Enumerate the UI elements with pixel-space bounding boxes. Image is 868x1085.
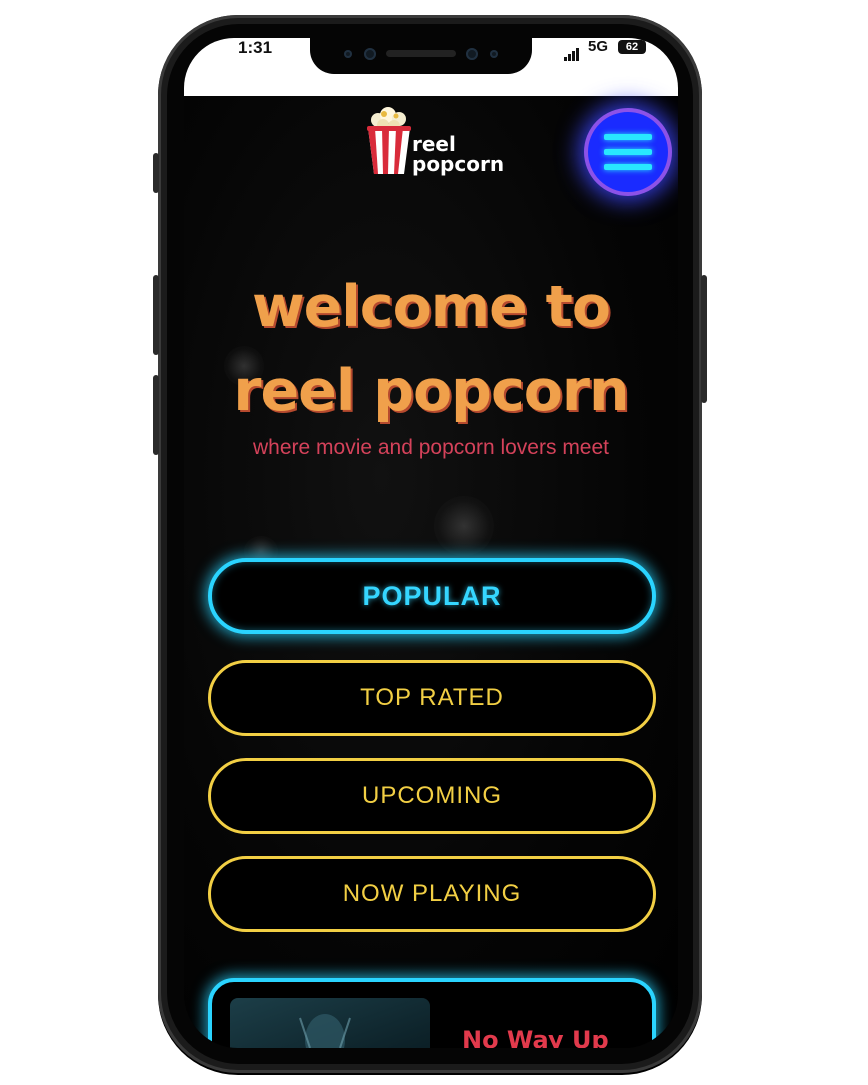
- category-label: NOW PLAYING: [342, 880, 522, 907]
- sensor-icon: [344, 50, 352, 58]
- movie-card[interactable]: No Way Up: [208, 978, 656, 1048]
- status-time: 1:31: [238, 38, 273, 57]
- phone-screen: 1:31 5G 62 reel popcorn welcome to reel …: [184, 38, 678, 1048]
- category-top-rated-button[interactable]: TOP RATED: [208, 660, 656, 736]
- hero-title-line2: reel popcorn: [233, 358, 629, 424]
- sensor-icon: [490, 50, 498, 58]
- battery-icon: 62: [618, 40, 646, 54]
- status-bar: 1:31 5G 62: [184, 38, 678, 96]
- movie-title: No Way Up: [462, 1026, 609, 1048]
- category-now-playing-button[interactable]: NOW PLAYING: [208, 856, 656, 932]
- speaker-grille: [386, 50, 456, 57]
- app-screen: reel popcorn welcome to reel popcorn whe…: [184, 96, 678, 1048]
- hero-title-line1: welcome to: [251, 274, 611, 340]
- signal-icon: [564, 42, 580, 61]
- category-label: TOP RATED: [360, 684, 504, 711]
- logo-text-popcorn: popcorn: [412, 152, 505, 176]
- hamburger-icon: [604, 164, 652, 170]
- popcorn-kernel-decoration: [434, 496, 494, 556]
- notch: [310, 38, 532, 74]
- phone-silent-switch: [153, 153, 159, 193]
- popcorn-bucket-icon: [367, 107, 411, 174]
- hamburger-icon: [604, 134, 652, 140]
- hero-tagline: where movie and popcorn lovers meet: [252, 436, 609, 459]
- phone-volume-up: [153, 275, 159, 355]
- movie-poster: [230, 998, 430, 1048]
- phone-volume-down: [153, 375, 159, 455]
- category-label: POPULAR: [362, 581, 502, 611]
- camera-icon: [364, 48, 376, 60]
- network-type: 5G: [588, 38, 609, 55]
- phone-power-button: [701, 275, 707, 403]
- camera-icon: [466, 48, 478, 60]
- reel-popcorn-logo[interactable]: reel popcorn: [364, 106, 504, 178]
- poster-artwork: [299, 1014, 351, 1048]
- category-upcoming-button[interactable]: UPCOMING: [208, 758, 656, 834]
- menu-button[interactable]: [584, 108, 672, 196]
- category-label: UPCOMING: [362, 782, 502, 809]
- category-popular-button[interactable]: POPULAR: [208, 558, 656, 634]
- hamburger-icon: [604, 149, 652, 155]
